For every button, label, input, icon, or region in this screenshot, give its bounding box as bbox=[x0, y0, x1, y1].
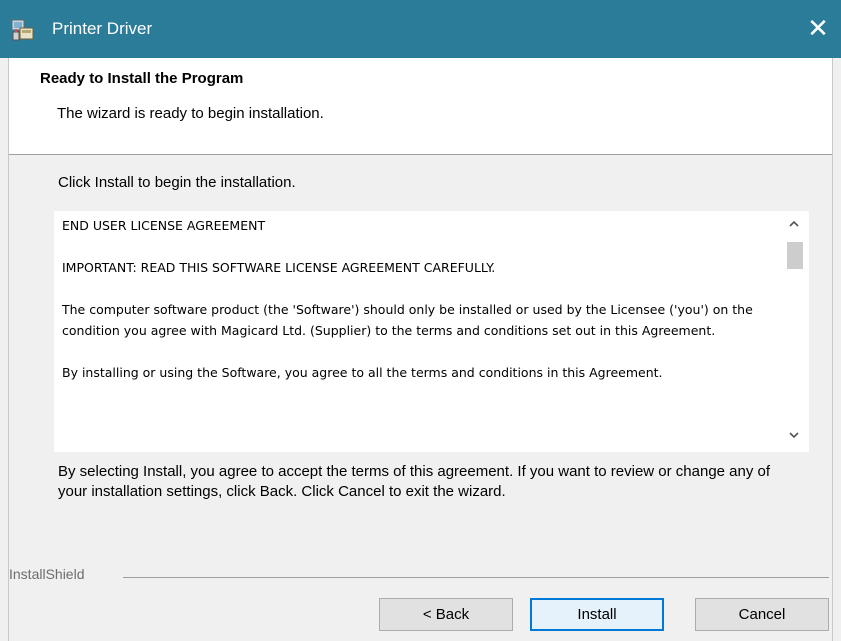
license-scrollbar[interactable] bbox=[779, 211, 809, 452]
agreement-notice: By selecting Install, you agree to accep… bbox=[58, 463, 771, 500]
footer-divider bbox=[123, 577, 829, 578]
license-text: END USER LICENSE AGREEMENT IMPORTANT: RE… bbox=[62, 215, 772, 404]
close-icon: ✕ bbox=[807, 14, 829, 44]
back-button[interactable]: < Back bbox=[379, 598, 513, 631]
license-paragraph: The computer software product (the 'Soft… bbox=[62, 302, 753, 338]
title-bar: Printer Driver ✕ bbox=[0, 0, 841, 58]
scrollbar-thumb[interactable] bbox=[787, 242, 803, 269]
chevron-down-icon[interactable] bbox=[779, 428, 809, 448]
install-button[interactable]: Install bbox=[530, 598, 664, 631]
cancel-button[interactable]: Cancel bbox=[695, 598, 829, 631]
page-title: Ready to Install the Program bbox=[40, 70, 244, 87]
window-frame-left bbox=[0, 58, 9, 641]
page-subtitle: The wizard is ready to begin installatio… bbox=[57, 105, 324, 122]
window-frame-right bbox=[832, 58, 841, 641]
install-instruction: Click Install to begin the installation. bbox=[58, 174, 296, 191]
installshield-brand: InstallShield bbox=[9, 566, 85, 582]
license-textbox[interactable]: END USER LICENSE AGREEMENT IMPORTANT: RE… bbox=[54, 211, 809, 452]
license-paragraph: END USER LICENSE AGREEMENT bbox=[62, 218, 266, 233]
installer-icon bbox=[11, 19, 34, 41]
chevron-up-icon[interactable] bbox=[779, 217, 809, 237]
license-paragraph: IMPORTANT: READ THIS SOFTWARE LICENSE AG… bbox=[62, 260, 496, 275]
close-button[interactable]: ✕ bbox=[795, 0, 841, 58]
window-title: Printer Driver bbox=[52, 19, 153, 38]
license-paragraph: By installing or using the Software, you… bbox=[62, 365, 663, 380]
wizard-header: Ready to Install the Program The wizard … bbox=[9, 58, 832, 155]
